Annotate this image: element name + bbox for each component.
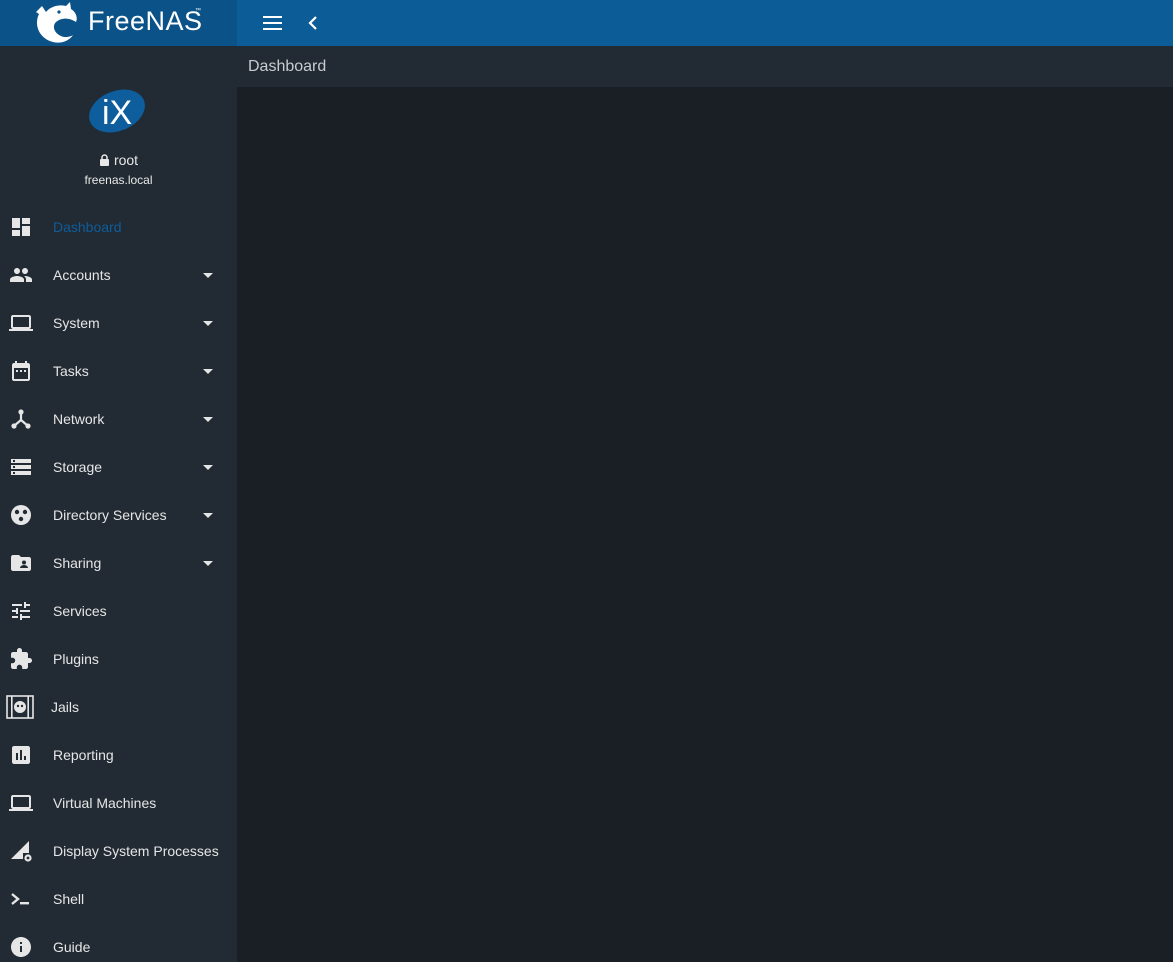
laptop-icon	[9, 315, 33, 331]
caret-down-icon	[203, 273, 213, 278]
sidebar-item-system[interactable]: System	[0, 299, 237, 347]
puzzle-icon	[11, 648, 32, 669]
sidebar-nav: Dashboard Accounts System Tasks Network …	[0, 203, 237, 962]
sidebar-item-label: Guide	[53, 939, 91, 955]
dashboard-icon	[12, 218, 30, 236]
sidebar-item-label: Dashboard	[53, 219, 122, 235]
laptop-icon	[9, 795, 33, 811]
directory-icon	[11, 505, 31, 525]
sidebar-item-label: Virtual Machines	[53, 795, 157, 811]
sidebar-item-label: Reporting	[53, 747, 114, 763]
sidebar-item-jails[interactable]: Jails	[0, 683, 237, 731]
sidebar-item-sharing[interactable]: Sharing	[0, 539, 237, 587]
sidebar-item-services[interactable]: Services	[0, 587, 237, 635]
people-icon	[10, 268, 32, 282]
storage-icon	[11, 459, 31, 475]
sidebar-item-plugins[interactable]: Plugins	[0, 635, 237, 683]
signal-settings-icon	[11, 841, 32, 862]
sidebar-item-shell[interactable]: Shell	[0, 875, 237, 923]
sidebar-item-label: Display System Processes	[53, 843, 219, 859]
sidebar-item-label: Plugins	[53, 651, 99, 667]
hamburger-icon	[263, 16, 282, 30]
collapse-sidebar-button[interactable]	[302, 11, 324, 35]
hamburger-menu-button[interactable]	[260, 11, 286, 35]
sidebar-item-label: Accounts	[53, 267, 111, 283]
brand-trademark: ™	[195, 8, 201, 14]
sidebar-item-tasks[interactable]: Tasks	[0, 347, 237, 395]
sidebar-item-dashboard[interactable]: Dashboard	[0, 203, 237, 251]
sidebar-item-storage[interactable]: Storage	[0, 443, 237, 491]
sidebar-item-network[interactable]: Network	[0, 395, 237, 443]
dashboard-content-area	[237, 87, 1173, 962]
sidebar-item-directory-services[interactable]: Directory Services	[0, 491, 237, 539]
username-row: root	[0, 152, 237, 168]
caret-down-icon	[203, 369, 213, 374]
shared-folder-icon	[11, 555, 31, 571]
caret-down-icon	[203, 417, 213, 422]
sidebar-item-label: Tasks	[53, 363, 89, 379]
username: root	[113, 152, 139, 168]
lock-icon	[99, 154, 109, 166]
sidebar-item-label: Jails	[51, 699, 80, 715]
jail-icon	[6, 695, 34, 719]
info-icon	[11, 937, 31, 957]
caret-down-icon	[203, 465, 213, 470]
bar-chart-icon	[12, 746, 30, 764]
chevron-left-icon	[308, 16, 317, 30]
sidebar-item-reporting[interactable]: Reporting	[0, 731, 237, 779]
network-icon	[11, 409, 31, 429]
sidebar-item-virtual-machines[interactable]: Virtual Machines	[0, 779, 237, 827]
sidebar-item-label: Shell	[53, 891, 85, 907]
hostname: freenas.local	[84, 173, 153, 187]
tune-icon	[12, 602, 30, 620]
user-profile: iX root freenas.local	[0, 46, 237, 196]
top-toolbar: FreeNAS ™	[0, 0, 1173, 46]
caret-down-icon	[203, 513, 213, 518]
page-header: Dashboard	[237, 46, 1173, 87]
brand-name: FreeNAS	[88, 6, 203, 36]
ix-logo: iX	[89, 89, 145, 133]
sidebar-item-display-system-processes[interactable]: Display System Processes	[0, 827, 237, 875]
freenas-shark-logo	[36, 2, 77, 43]
calendar-icon	[12, 361, 30, 381]
brand-area[interactable]: FreeNAS ™	[0, 0, 237, 46]
sidebar-item-label: System	[53, 315, 100, 331]
terminal-icon	[11, 893, 29, 905]
caret-down-icon	[203, 321, 213, 326]
sidebar-item-label: Directory Services	[53, 507, 167, 523]
sidebar-item-label: Services	[53, 603, 107, 619]
sidebar-item-accounts[interactable]: Accounts	[0, 251, 237, 299]
page-title: Dashboard	[248, 58, 327, 75]
sidebar-item-label: Storage	[53, 459, 103, 475]
sidebar-item-label: Sharing	[53, 555, 102, 571]
sidebar: iX root freenas.local Dashboard Accounts	[0, 46, 237, 962]
sidebar-item-guide[interactable]: Guide	[0, 923, 237, 962]
ix-logo-text: iX	[102, 94, 132, 132]
caret-down-icon	[203, 561, 213, 566]
sidebar-item-label: Network	[53, 411, 105, 427]
